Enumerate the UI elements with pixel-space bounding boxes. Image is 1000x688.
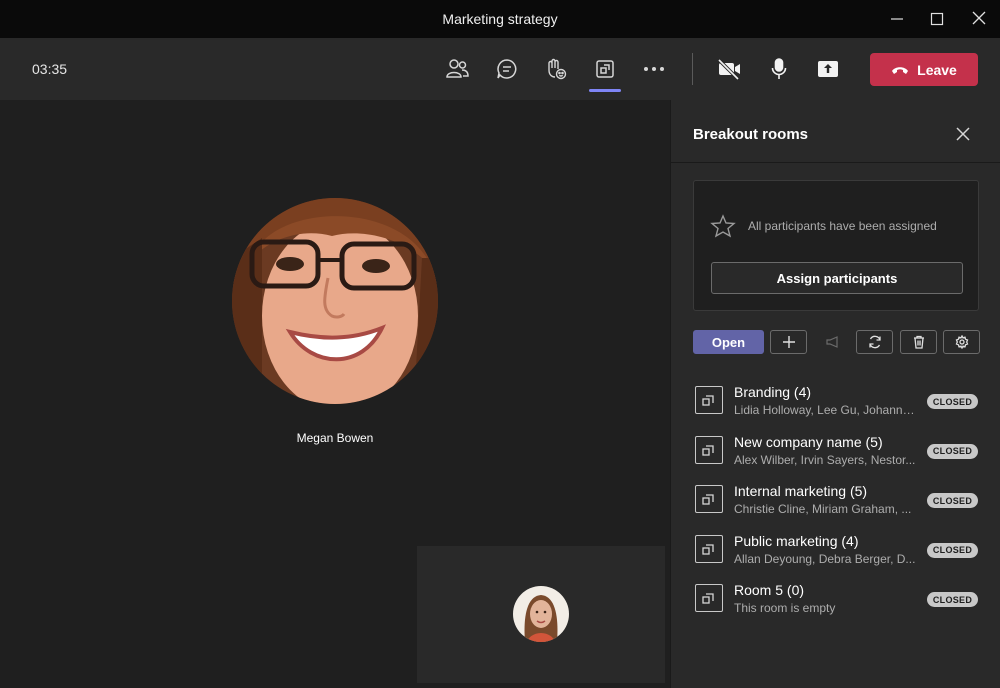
recreate-rooms-button[interactable]: [856, 330, 893, 354]
room-status-badge: CLOSED: [927, 443, 978, 459]
room-name: Room 5 (0): [734, 582, 805, 598]
self-avatar: [513, 586, 569, 642]
chat-icon[interactable]: [491, 55, 523, 83]
panel-title: Breakout rooms: [693, 126, 809, 143]
room-participants: Allan Deyoung, Debra Berger, D...: [734, 551, 916, 566]
people-icon[interactable]: [441, 55, 473, 83]
meeting-toolbar: 03:35 Leave: [0, 38, 1000, 100]
assign-participants-button[interactable]: Assign participants: [711, 262, 963, 294]
star-icon: [710, 214, 736, 238]
assignment-card: All participants have been assigned Assi…: [693, 180, 979, 311]
breakout-room-list: Branding (4) Lidia Holloway, Lee Gu, Joh…: [693, 384, 983, 632]
share-screen-icon[interactable]: [812, 55, 844, 83]
gear-icon: [955, 335, 968, 349]
room-settings-button[interactable]: [943, 330, 980, 354]
room-actions-bar: Open: [693, 330, 980, 354]
meeting-stage: Megan Bowen: [0, 100, 670, 688]
leave-label: Leave: [917, 61, 957, 78]
hang-up-icon: [892, 66, 909, 74]
room-name: Public marketing (4): [734, 532, 859, 549]
room-participants: Lidia Holloway, Lee Gu, Johanna...: [734, 403, 918, 417]
raise-hand-icon[interactable]: [540, 55, 572, 83]
add-room-button[interactable]: [770, 330, 807, 354]
breakout-rooms-panel: Breakout rooms All participants have bee…: [670, 100, 1000, 688]
window-title: Marketing strategy: [442, 11, 558, 27]
meeting-timer: 03:35: [32, 61, 68, 77]
trash-icon: [913, 335, 924, 349]
camera-off-icon[interactable]: [713, 55, 745, 83]
room-participants: Christie Cline, Miriam Graham, ...: [734, 502, 912, 516]
room-status-badge: CLOSED: [927, 592, 978, 607]
room-name: Internal marketing (5): [734, 483, 868, 499]
close-icon[interactable]: [953, 124, 973, 144]
room-list-item[interactable]: Public marketing (4) Allan Deyoung, Debr…: [693, 533, 983, 583]
delete-rooms-button[interactable]: [900, 330, 937, 354]
maximize-button[interactable]: [925, 8, 949, 30]
megaphone-icon: [826, 336, 838, 348]
more-options-icon[interactable]: [638, 55, 670, 83]
minimize-button[interactable]: [885, 8, 909, 30]
participant-avatar[interactable]: [232, 198, 438, 404]
room-icon: [695, 435, 723, 464]
room-status-badge: CLOSED: [927, 542, 978, 558]
self-view-tile[interactable]: [417, 546, 665, 683]
room-list-item[interactable]: Internal marketing (5) Christie Cline, M…: [693, 483, 983, 533]
announcement-button[interactable]: [820, 330, 844, 354]
plus-icon: [782, 336, 795, 348]
room-participants: Alex Wilber, Irvin Sayers, Nestor...: [734, 452, 916, 467]
assignment-message: All participants have been assigned: [710, 214, 937, 238]
participant-name: Megan Bowen: [296, 431, 374, 445]
room-icon: [695, 584, 723, 612]
room-icon: [695, 386, 723, 414]
room-status-badge: CLOSED: [927, 394, 978, 409]
room-list-item[interactable]: Room 5 (0) This room is empty CLOSED: [693, 582, 983, 632]
title-bar: Marketing strategy: [0, 0, 1000, 38]
room-list-item[interactable]: Branding (4) Lidia Holloway, Lee Gu, Joh…: [693, 384, 983, 434]
breakout-rooms-icon[interactable]: [589, 55, 621, 92]
toolbar-divider: [692, 53, 693, 85]
room-name: Branding (4): [734, 384, 812, 400]
room-icon: [695, 534, 723, 563]
refresh-icon: [868, 335, 881, 349]
assignment-message-text: All participants have been assigned: [748, 219, 937, 233]
microphone-icon[interactable]: [763, 55, 795, 83]
panel-divider: [671, 162, 1000, 163]
room-status-badge: CLOSED: [927, 493, 978, 508]
open-rooms-button[interactable]: Open: [693, 330, 764, 354]
room-name: New company name (5): [734, 433, 883, 450]
leave-button[interactable]: Leave: [870, 53, 978, 86]
room-icon: [695, 485, 723, 513]
room-list-item[interactable]: New company name (5) Alex Wilber, Irvin …: [693, 434, 983, 484]
room-participants: This room is empty: [734, 601, 836, 615]
close-window-button[interactable]: [967, 8, 991, 30]
